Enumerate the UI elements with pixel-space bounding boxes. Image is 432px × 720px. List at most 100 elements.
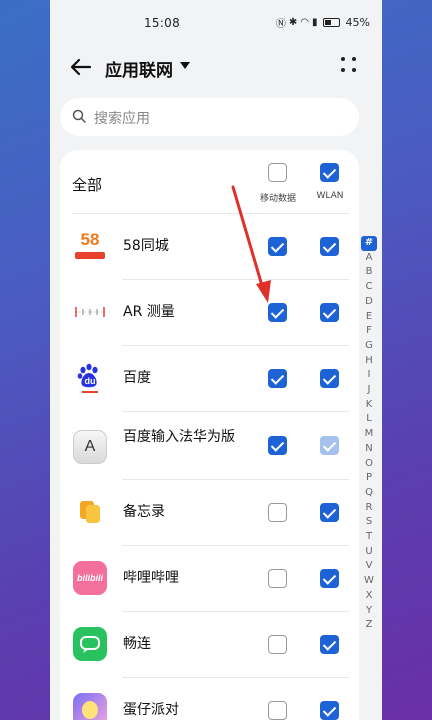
header: 应用联网: [50, 46, 382, 90]
signal-icon: ▮: [312, 17, 318, 28]
alphabet-index-letter[interactable]: G: [361, 339, 377, 354]
app-name: 百度输入法华为版: [123, 429, 235, 445]
notes-card-front: [86, 505, 100, 523]
alphabet-index-letter[interactable]: D: [361, 295, 377, 310]
alphabet-index-letter[interactable]: L: [361, 412, 377, 427]
alphabet-index-letter[interactable]: S: [361, 515, 377, 530]
divider: [122, 279, 349, 280]
alphabet-index-letter[interactable]: T: [361, 530, 377, 545]
wlan-checkbox[interactable]: [320, 503, 339, 522]
all-mobile-checkbox[interactable]: [268, 163, 287, 182]
bluetooth-icon: ✱: [288, 17, 298, 28]
list-item[interactable]: du 百度: [60, 345, 359, 411]
nfc-icon: Ⓝ: [275, 19, 286, 30]
app-name: 百度: [123, 370, 151, 386]
alphabet-index-letter[interactable]: K: [361, 398, 377, 413]
battery-percent: 45%: [345, 16, 370, 29]
app-name: 哔哩哔哩: [123, 570, 179, 586]
baidu-logo-text: du: [84, 376, 96, 386]
bilibili-logo-text: bilibili: [77, 573, 103, 583]
status-icons: Ⓝ ✱ ◠ ▮ 45%: [276, 15, 370, 30]
phone-screen: 15:08 Ⓝ ✱ ◠ ▮ 45% 应用联网 搜索应用 全部 移动数据 WLAN…: [50, 0, 382, 720]
wifi-icon: ◠: [300, 17, 310, 28]
app-name: 58同城: [123, 238, 169, 254]
alphabet-index-letter[interactable]: O: [361, 457, 377, 472]
wuba-logo-text: 58: [80, 230, 100, 249]
page-title[interactable]: 应用联网: [105, 56, 173, 81]
search-input[interactable]: 搜索应用: [94, 108, 150, 128]
alphabet-index-letter[interactable]: W: [361, 574, 377, 589]
keyboard-app-icon: A: [73, 430, 107, 464]
alphabet-index-letter[interactable]: B: [361, 265, 377, 280]
meetime-app-icon: [73, 627, 107, 661]
mobile-data-checkbox[interactable]: [268, 701, 287, 720]
app-list-card: 全部 移动数据 WLAN 58 58同城 AR 测量 du 百度 A 百度输入法…: [60, 150, 359, 720]
dropdown-triangle-icon[interactable]: [180, 62, 190, 69]
back-arrow-icon[interactable]: [68, 54, 94, 80]
mobile-data-checkbox[interactable]: [268, 436, 287, 455]
alphabet-index-letter[interactable]: #: [361, 236, 377, 251]
chat-bubble-icon: [80, 636, 100, 653]
all-wlan-checkbox[interactable]: [320, 163, 339, 182]
wlan-checkbox-disabled: [320, 436, 339, 455]
wuba-app-icon: 58: [73, 229, 107, 263]
eggy-character: [82, 701, 98, 719]
list-item[interactable]: 畅连: [60, 611, 359, 677]
alphabet-index-letter[interactable]: E: [361, 310, 377, 325]
list-item[interactable]: A 百度输入法华为版: [60, 411, 359, 477]
list-item[interactable]: 蛋仔派对: [60, 677, 359, 720]
notes-app-icon: [73, 495, 107, 529]
divider: [122, 411, 349, 412]
mobile-data-checkbox[interactable]: [268, 303, 287, 322]
wuba-logo-bar: [75, 252, 105, 259]
app-name: 备忘录: [123, 504, 165, 520]
alphabet-index[interactable]: # A B C D E F G H I J K L M N O P Q R S T U V W X Y Z: [361, 236, 377, 633]
mobile-data-checkbox[interactable]: [268, 569, 287, 588]
status-bar: 15:08 Ⓝ ✱ ◠ ▮ 45%: [50, 0, 382, 46]
wlan-checkbox[interactable]: [320, 369, 339, 388]
mobile-data-checkbox[interactable]: [268, 237, 287, 256]
divider: [122, 611, 349, 612]
alphabet-index-letter[interactable]: H: [361, 354, 377, 369]
wlan-checkbox[interactable]: [320, 303, 339, 322]
eggy-party-app-icon: [73, 693, 107, 720]
list-item[interactable]: 58 58同城: [60, 213, 359, 279]
battery-icon: [322, 18, 340, 27]
wlan-checkbox[interactable]: [320, 635, 339, 654]
alphabet-index-letter[interactable]: N: [361, 442, 377, 457]
alphabet-index-letter[interactable]: U: [361, 545, 377, 560]
alphabet-index-letter[interactable]: A: [361, 251, 377, 266]
divider: [122, 345, 349, 346]
alphabet-index-letter[interactable]: R: [361, 501, 377, 516]
app-name: 蛋仔派对: [123, 702, 179, 718]
alphabet-index-letter[interactable]: I: [361, 368, 377, 383]
wlan-checkbox[interactable]: [320, 569, 339, 588]
alphabet-index-letter[interactable]: J: [361, 383, 377, 398]
alphabet-index-letter[interactable]: V: [361, 559, 377, 574]
mobile-data-checkbox[interactable]: [268, 503, 287, 522]
alphabet-index-letter[interactable]: Q: [361, 486, 377, 501]
all-label: 全部: [72, 176, 103, 194]
divider: [122, 545, 349, 546]
alphabet-index-letter[interactable]: Y: [361, 604, 377, 619]
list-item[interactable]: 备忘录: [60, 479, 359, 545]
list-item[interactable]: AR 测量: [60, 279, 359, 345]
wlan-checkbox[interactable]: [320, 237, 339, 256]
search-bar[interactable]: 搜索应用: [60, 98, 359, 136]
wlan-column-label: WLAN: [316, 191, 344, 201]
wlan-checkbox[interactable]: [320, 701, 339, 720]
status-time: 15:08: [143, 16, 181, 30]
alphabet-index-letter[interactable]: F: [361, 324, 377, 339]
more-options-icon[interactable]: [340, 56, 358, 74]
alphabet-index-letter[interactable]: X: [361, 589, 377, 604]
divider: [72, 213, 349, 214]
alphabet-index-letter[interactable]: Z: [361, 618, 377, 633]
divider: [122, 479, 349, 480]
alphabet-index-letter[interactable]: M: [361, 427, 377, 442]
alphabet-index-letter[interactable]: P: [361, 471, 377, 486]
mobile-data-checkbox[interactable]: [268, 369, 287, 388]
list-item[interactable]: bilibili 哔哩哔哩: [60, 545, 359, 611]
bilibili-app-icon: bilibili: [73, 561, 107, 595]
mobile-data-checkbox[interactable]: [268, 635, 287, 654]
alphabet-index-letter[interactable]: C: [361, 280, 377, 295]
